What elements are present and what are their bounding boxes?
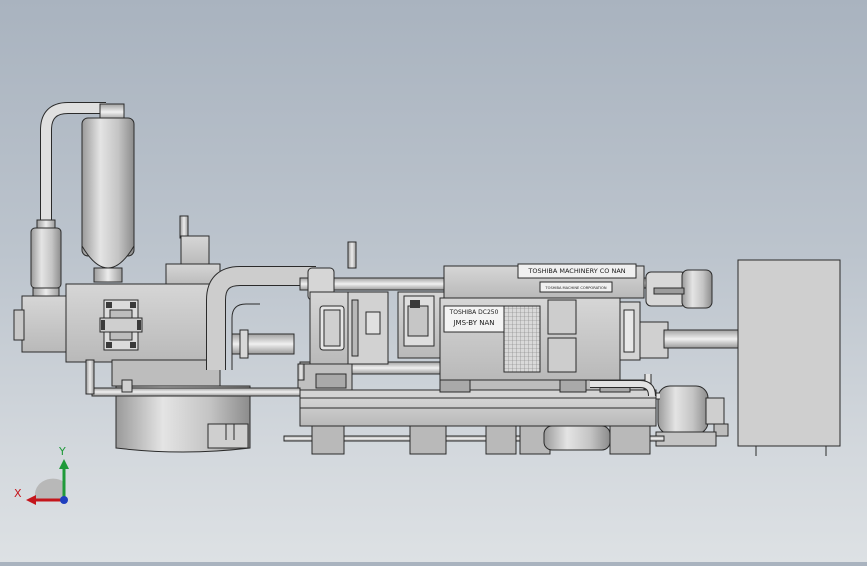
nameplate-left-line1: TOSHIBA DC250 [449,309,499,316]
die-block [397,291,445,359]
nameplate-top: TOSHIBA MACHINERY CO NAN [527,267,625,275]
die-casting-machine: TOSHIBA MACHINERY CO NAN TOSHIBA MACHINE… [13,102,841,456]
orientation-triad: Y X [14,445,69,505]
electrical-cabinet [737,259,841,456]
y-axis-arrowhead [59,459,69,469]
accumulator-assembly [30,102,135,305]
pump-unit [644,374,729,447]
x-axis-arrowhead [26,495,36,505]
clamp-housing [439,263,645,391]
y-axis-label: Y [58,445,66,458]
z-axis-origin [60,496,68,504]
hydraulic-motor [645,269,713,309]
nameplate-left-line2: JMS-BY NAN [452,319,494,327]
x-axis-label: X [14,487,22,500]
cad-viewport[interactable]: TOSHIBA MACHINERY CO NAN TOSHIBA MACHINE… [0,0,867,562]
nameplate-top-sub: TOSHIBA MACHINE CORPORATION [544,286,606,290]
